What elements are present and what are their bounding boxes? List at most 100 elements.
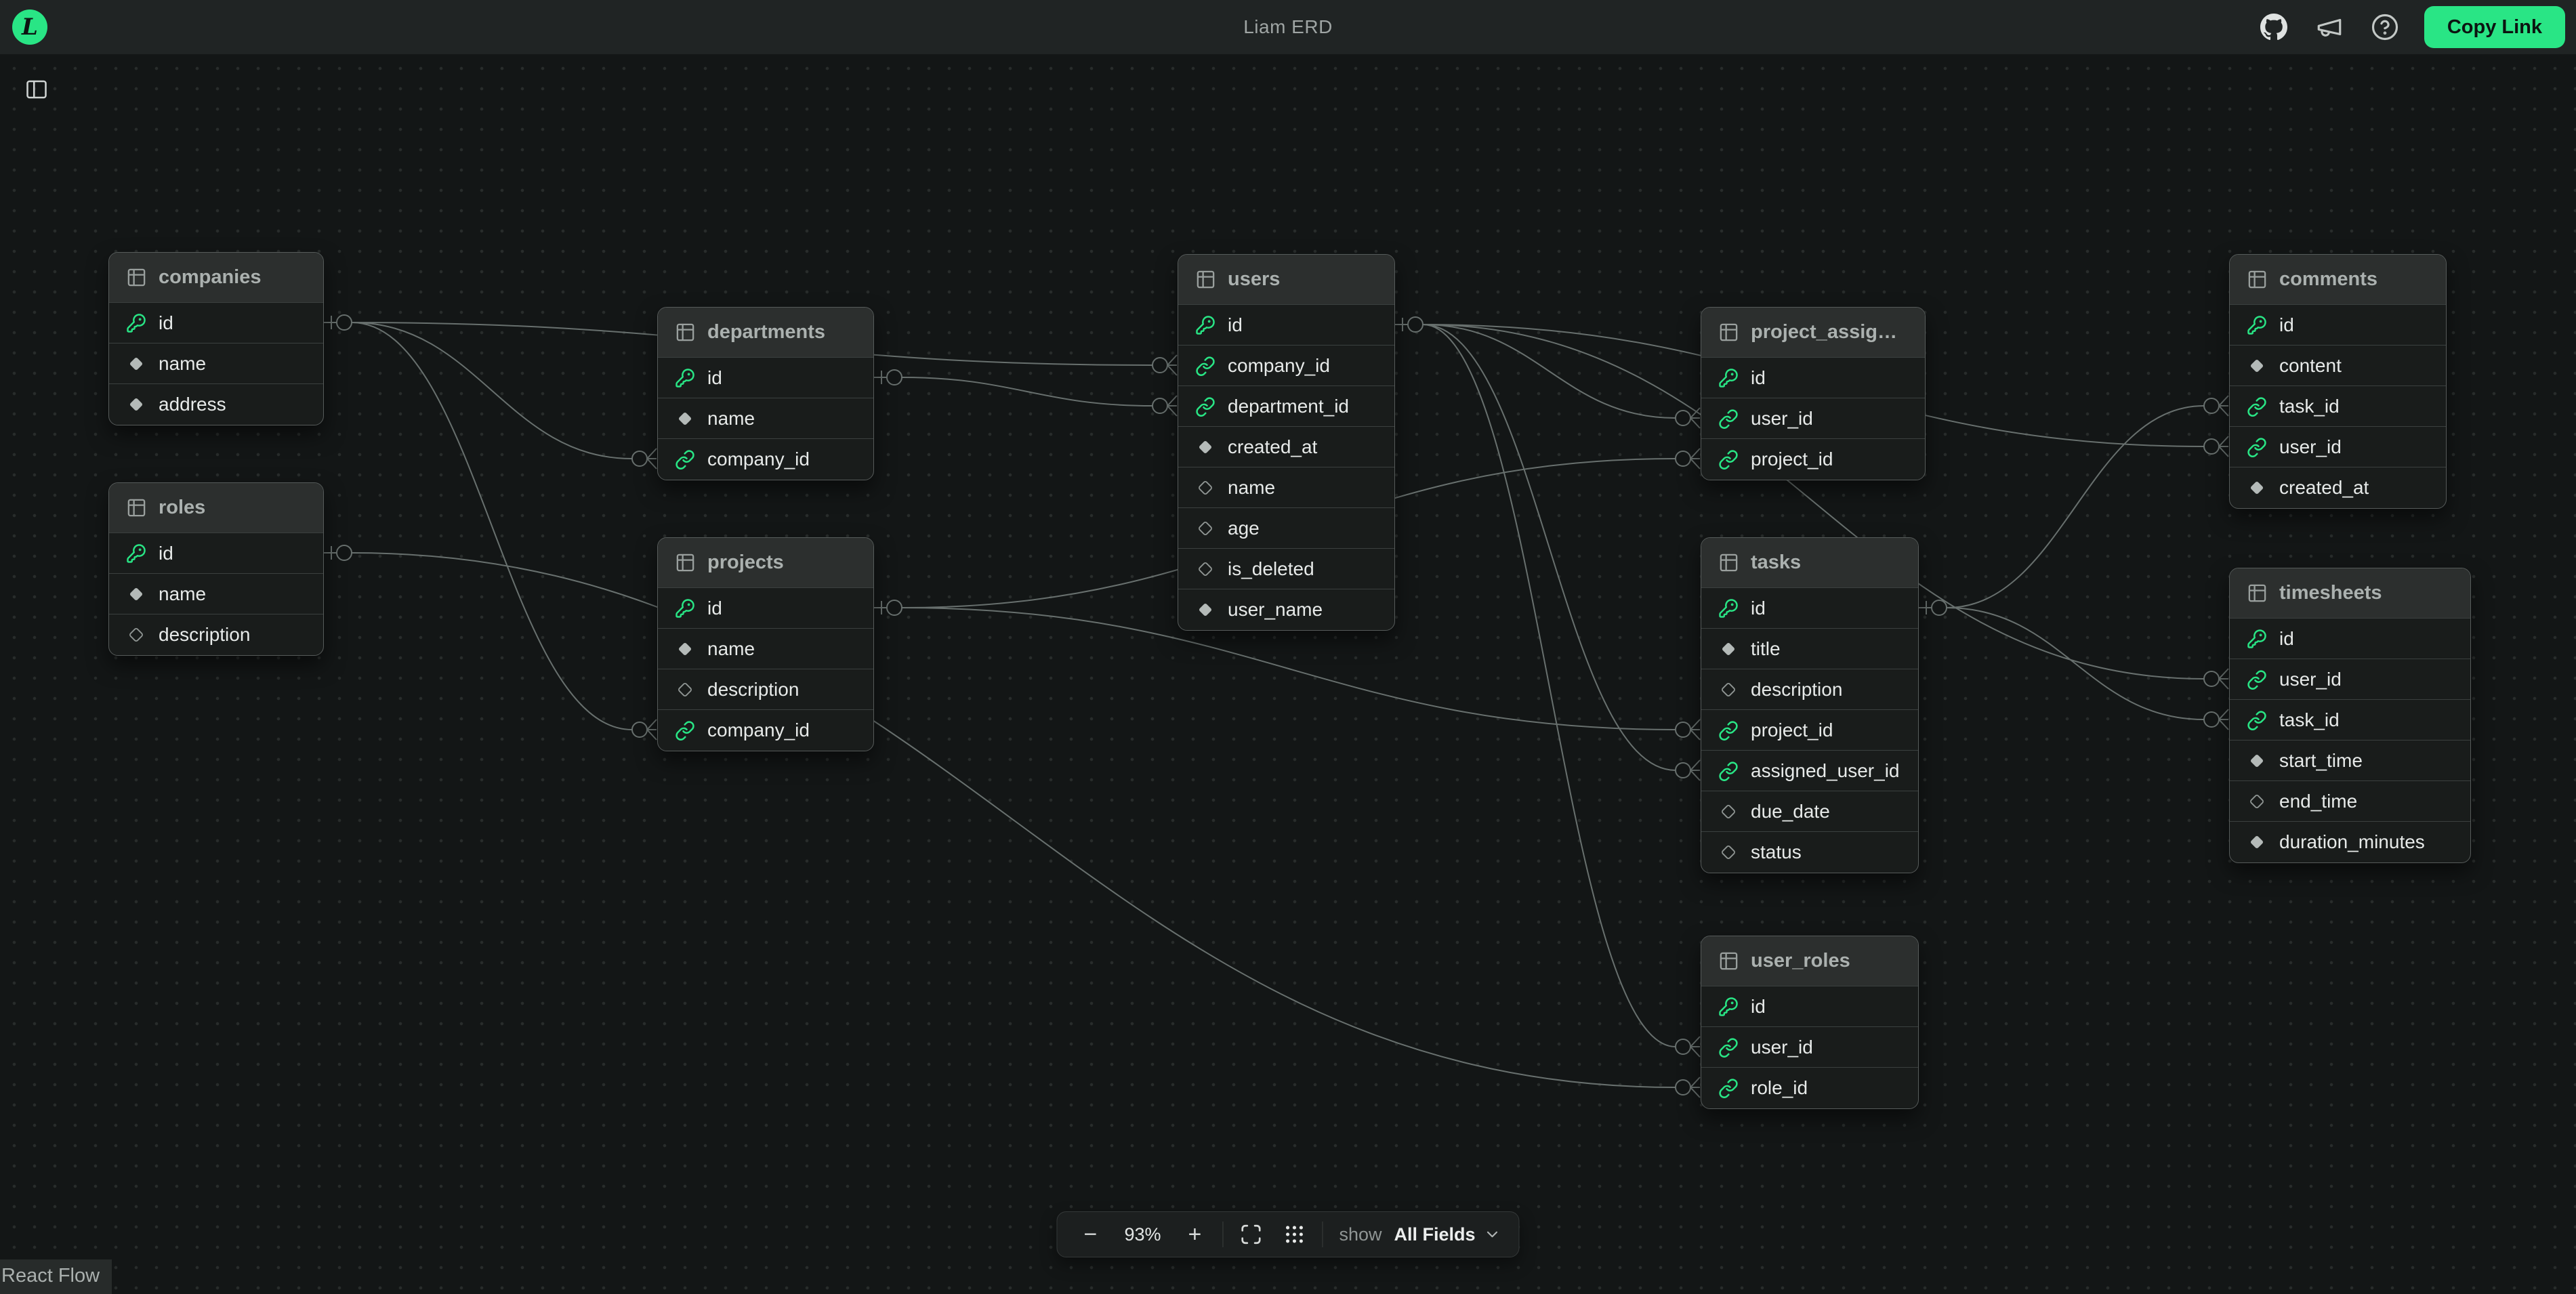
column-projects-name[interactable]: name [658,629,873,669]
column-roles-description[interactable]: description [109,614,323,655]
table-header-companies[interactable]: companies [109,253,323,303]
table-header-departments[interactable]: departments [658,308,873,358]
column-companies-id[interactable]: id [109,303,323,343]
megaphone-icon[interactable] [2313,11,2346,43]
table-header-users[interactable]: users [1178,255,1394,305]
column-projects-company_id[interactable]: company_id [658,710,873,751]
erd-canvas[interactable]: companiesidnameaddressrolesidnamedescrip… [0,54,2576,1294]
column-users-name[interactable]: name [1178,467,1394,508]
column-user_roles-id[interactable]: id [1701,986,1918,1027]
foreign-key-icon [1718,1077,1739,1099]
table-user_roles[interactable]: user_rolesiduser_idrole_id [1701,936,1919,1109]
column-user_roles-role_id[interactable]: role_id [1701,1068,1918,1108]
column-label: id [2279,628,2294,650]
column-timesheets-id[interactable]: id [2230,619,2470,659]
cardinality-marker [2219,436,2228,457]
foreign-key-icon [2246,396,2268,417]
column-companies-name[interactable]: name [109,343,323,384]
column-projects-id[interactable]: id [658,588,873,629]
column-label: content [2279,355,2342,377]
column-comments-content[interactable]: content [2230,346,2446,386]
column-tasks-id[interactable]: id [1701,588,1918,629]
column-users-id[interactable]: id [1178,305,1394,346]
primary-key-icon [2246,314,2268,336]
column-user_roles-user_id[interactable]: user_id [1701,1027,1918,1068]
column-timesheets-end_time[interactable]: end_time [2230,781,2470,822]
table-header-project_assignments[interactable]: project_assignme... [1701,308,1925,358]
column-users-age[interactable]: age [1178,508,1394,549]
table-departments[interactable]: departments idnamecompany_id [657,307,874,480]
column-label: name [159,583,206,605]
edge-roles.id-user_roles.role_id [352,553,1676,1087]
table-header-user_roles[interactable]: user_roles [1701,936,1918,986]
column-users-department_id[interactable]: department_id [1178,386,1394,427]
table-companies[interactable]: companiesidnameaddress [108,252,324,425]
fit-view-icon[interactable] [1235,1219,1266,1250]
table-users[interactable]: usersidcompany_iddepartment_id created_at… [1178,254,1395,631]
copy-link-button[interactable]: Copy Link [2424,6,2565,48]
cardinality-marker [647,719,657,740]
column-users-user_name[interactable]: user_name [1178,589,1394,630]
table-header-roles[interactable]: roles [109,483,323,533]
column-projects-description[interactable]: description [658,669,873,710]
zoom-out-button[interactable]: − [1075,1219,1106,1250]
tidy-up-icon[interactable] [1279,1219,1310,1250]
column-tasks-title[interactable]: title [1701,629,1918,669]
github-icon[interactable] [2258,11,2290,43]
cardinality-marker [1690,1037,1700,1057]
column-project_assignments-id[interactable]: id [1701,358,1925,398]
sidebar-toggle-button[interactable] [18,72,56,107]
table-title: departments [707,321,825,343]
column-departments-id[interactable]: id [658,358,873,398]
table-timesheets[interactable]: timesheets id user_idtask_idstart_timeend_… [2229,568,2471,863]
column-roles-name[interactable]: name [109,574,323,614]
column-project_assignments-user_id[interactable]: user_id [1701,398,1925,439]
react-flow-attribution[interactable]: React Flow [0,1259,112,1294]
nullable-diamond-icon [1718,679,1739,701]
zoom-in-button[interactable]: + [1179,1219,1210,1250]
column-timesheets-task_id[interactable]: task_id [2230,700,2470,740]
table-project_assignments[interactable]: project_assignme...id user_id project_id [1701,307,1926,480]
column-tasks-project_id[interactable]: project_id [1701,710,1918,751]
cardinality-circle-marker [2204,398,2219,413]
table-comments[interactable]: commentsid content task_id user_id created_a… [2229,254,2447,509]
table-roles[interactable]: rolesid name description [108,482,324,656]
edge-users.id-user_roles.user_id [1423,325,1676,1047]
primary-key-icon [674,598,696,619]
column-comments-task_id[interactable]: task_id [2230,386,2446,427]
column-timesheets-user_id[interactable]: user_id [2230,659,2470,700]
column-roles-id[interactable]: id [109,533,323,574]
column-tasks-status[interactable]: status [1701,832,1918,873]
column-departments-company_id[interactable]: company_id [658,439,873,480]
column-users-created_at[interactable]: created_at [1178,427,1394,467]
table-title: projects [707,551,784,574]
column-label: user_id [2279,436,2342,458]
column-comments-id[interactable]: id [2230,305,2446,346]
table-header-comments[interactable]: comments [2230,255,2446,305]
table-tasks[interactable]: tasksidtitledescriptionproject_idassigne… [1701,537,1919,873]
nullable-diamond-icon [125,624,147,646]
table-header-projects[interactable]: projects [658,538,873,588]
primary-key-icon [1718,598,1739,619]
column-label: user_id [1751,408,1813,430]
cardinality-circle-marker [1676,1039,1690,1054]
not-null-diamond-icon [674,638,696,660]
column-label: created_at [1228,436,1317,458]
column-comments-created_at[interactable]: created_at [2230,467,2446,508]
column-users-is_deleted[interactable]: is_deleted [1178,549,1394,589]
column-departments-name[interactable]: name [658,398,873,439]
table-header-tasks[interactable]: tasks [1701,538,1918,588]
column-users-company_id[interactable]: company_id [1178,346,1394,386]
column-comments-user_id[interactable]: user_id [2230,427,2446,467]
column-timesheets-start_time[interactable]: start_time [2230,740,2470,781]
table-header-timesheets[interactable]: timesheets [2230,568,2470,619]
table-projects[interactable]: projects idnamedescriptioncompany_id [657,537,874,751]
show-mode-dropdown[interactable]: All Fields [1394,1224,1501,1245]
column-tasks-due_date[interactable]: due_date [1701,791,1918,832]
column-timesheets-duration_minutes[interactable]: duration_minutes [2230,822,2470,862]
help-icon[interactable] [2369,11,2401,43]
column-companies-address[interactable]: address [109,384,323,425]
column-tasks-description[interactable]: description [1701,669,1918,710]
column-project_assignments-project_id[interactable]: project_id [1701,439,1925,480]
column-tasks-assigned_user_id[interactable]: assigned_user_id [1701,751,1918,791]
